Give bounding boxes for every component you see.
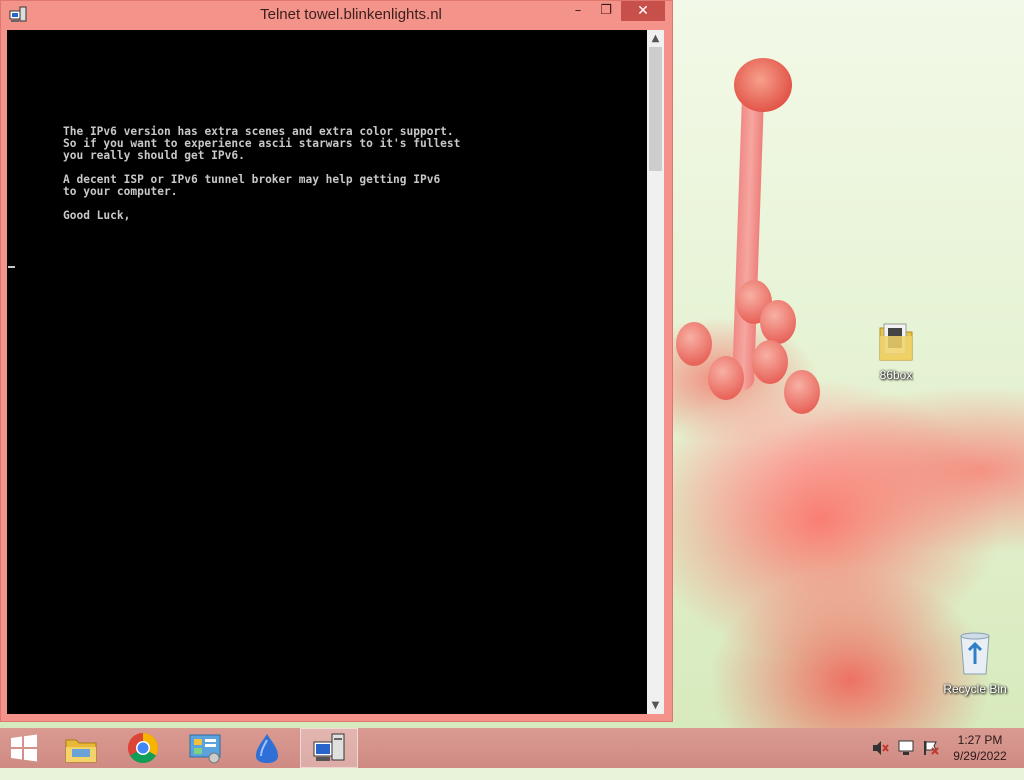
flower-stamen (752, 340, 788, 384)
desktop-icon-label: 86box (879, 368, 913, 382)
restore-button[interactable]: ❐ (591, 1, 621, 21)
vertical-scrollbar[interactable]: ▲ ▼ (647, 30, 664, 714)
system-clock[interactable]: 1:27 PM 9/29/2022 (942, 732, 1018, 764)
desktop-icon-86box[interactable]: 86box (856, 318, 936, 382)
action-center-flag-icon (924, 741, 939, 755)
text-cursor (8, 266, 15, 268)
folder-icon (879, 323, 913, 361)
clock-date: 9/29/2022 (953, 749, 1007, 763)
tray-volume[interactable] (872, 740, 890, 780)
clock-time: 1:27 PM (957, 733, 1003, 747)
scroll-up-arrow-icon[interactable]: ▲ (647, 30, 664, 47)
window-titlebar[interactable]: Telnet towel.blinkenlights.nl – ❐ ✕ (1, 1, 672, 29)
scrollbar-thumb[interactable] (649, 47, 662, 171)
taskbar-control-panel[interactable] (176, 728, 234, 768)
taskbar-file-explorer[interactable] (52, 728, 110, 768)
network-icon (898, 740, 914, 755)
volume-muted-icon (873, 741, 889, 755)
chrome-icon (127, 733, 159, 764)
windows-logo-icon (11, 734, 37, 762)
console-area[interactable]: The IPv6 version has extra scenes and ex… (7, 30, 647, 714)
blue-hand-icon (256, 734, 278, 763)
telnet-window: Telnet towel.blinkenlights.nl – ❐ ✕ The … (0, 0, 673, 722)
folder-icon (65, 739, 97, 763)
flower-stamen (708, 356, 744, 400)
recycle-bin-icon (960, 632, 990, 675)
desktop-icon-label: Recycle Bin (943, 682, 1007, 696)
scroll-down-arrow-icon[interactable]: ▼ (647, 697, 664, 714)
telnet-icon (313, 733, 345, 761)
control-panel-icon (189, 734, 221, 764)
taskbar-telnet[interactable] (300, 728, 358, 768)
minimize-button[interactable]: – (563, 1, 593, 21)
flower-stamen (676, 322, 712, 366)
tray-network[interactable] (898, 740, 916, 780)
console-output: The IPv6 version has extra scenes and ex… (63, 125, 461, 222)
window-title: Telnet towel.blinkenlights.nl (260, 6, 442, 23)
flower-stamen (760, 300, 796, 344)
taskbar: 1:27 PM 9/29/2022 (0, 728, 1024, 768)
tray-action-center[interactable] (922, 740, 940, 780)
close-button[interactable]: ✕ (621, 1, 665, 21)
flower-anther (734, 58, 792, 112)
flower-stamen (784, 370, 820, 414)
taskbar-app-blue[interactable] (238, 728, 296, 768)
telnet-icon (9, 6, 27, 22)
desktop-icon-recycle-bin[interactable]: Recycle Bin (935, 628, 1015, 696)
taskbar-chrome[interactable] (114, 728, 172, 768)
start-button[interactable] (0, 728, 48, 768)
